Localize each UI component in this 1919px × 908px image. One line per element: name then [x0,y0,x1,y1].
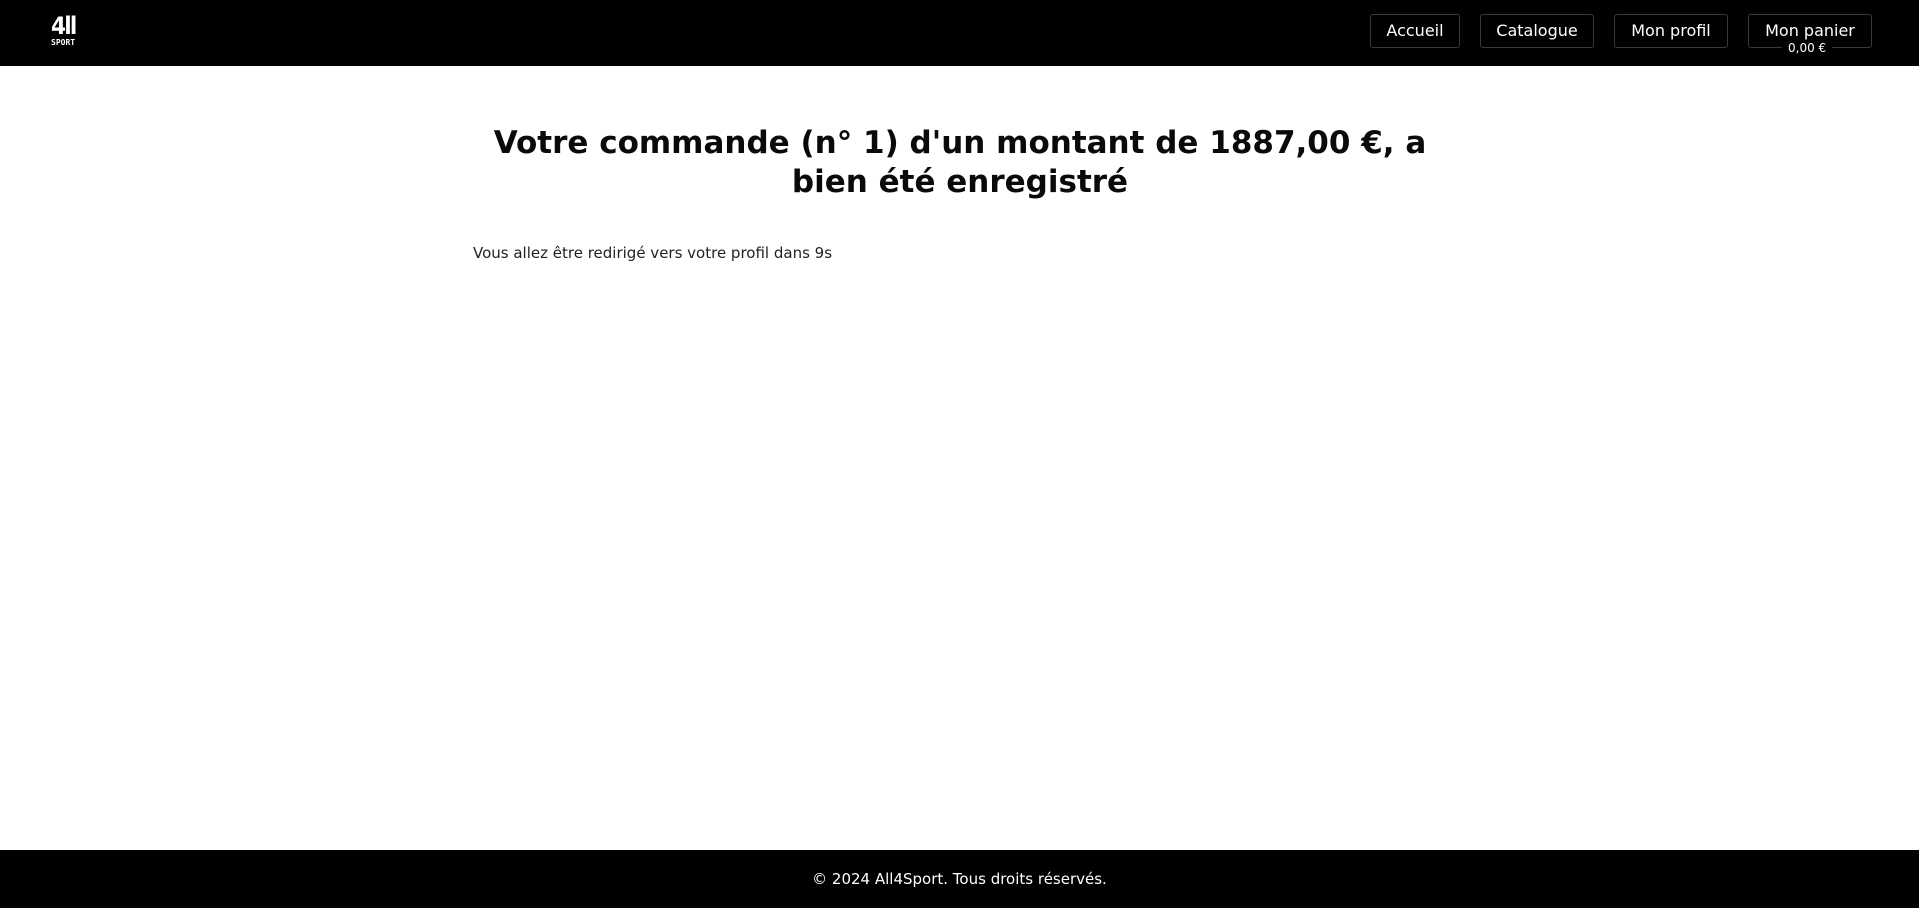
page: 4ll SPORT Accueil Catalogue Mon profil M… [0,0,1919,908]
nav-catalogue-button[interactable]: Catalogue [1480,14,1594,48]
site-footer: © 2024 All4Sport. Tous droits réservés. [0,850,1919,908]
top-navbar: 4ll SPORT Accueil Catalogue Mon profil M… [0,0,1919,66]
cart-total-badge: 0,00 € [1782,40,1833,57]
order-confirmation-title: Votre commande (n° 1) d'un montant de 18… [493,125,1427,200]
redirect-message: Vous allez être redirigé vers votre prof… [473,244,833,262]
logo-mark: 4ll [51,12,77,40]
nav-profile-button[interactable]: Mon profil [1614,14,1728,48]
site-logo[interactable]: 4ll SPORT [51,14,85,48]
copyright-text: © 2024 All4Sport. Tous droits réservés. [812,870,1107,888]
nav-home-button[interactable]: Accueil [1370,14,1460,48]
